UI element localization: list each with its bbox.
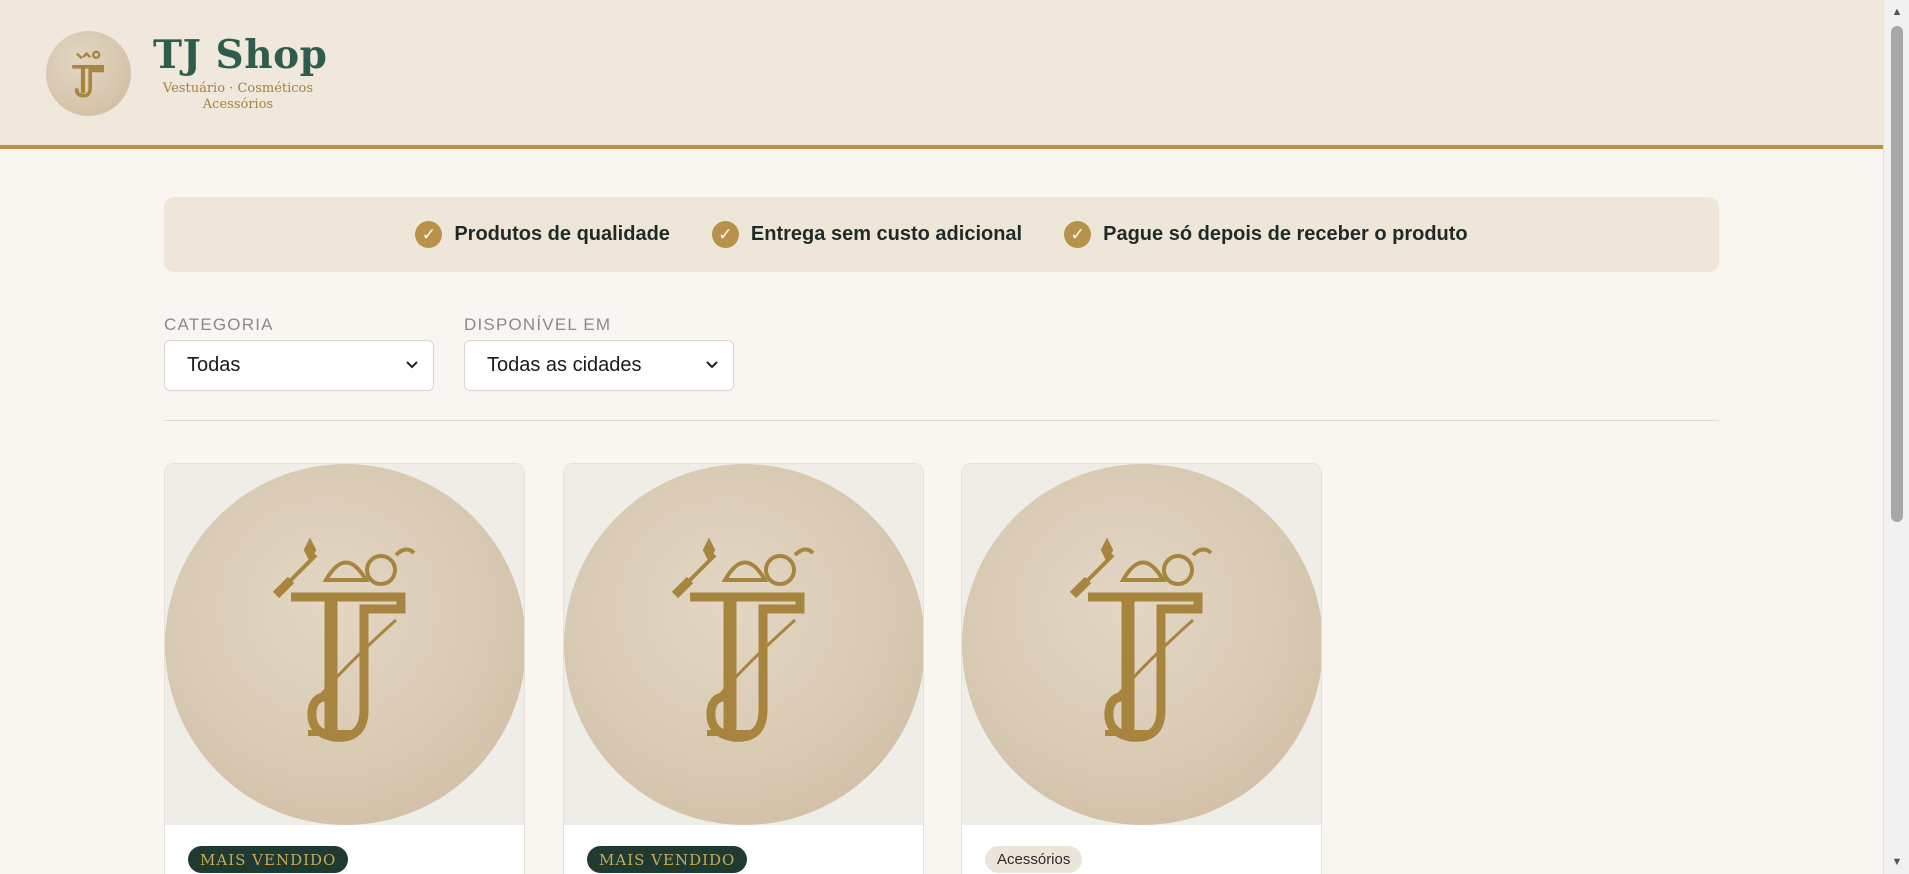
product-image[interactable] (165, 464, 524, 825)
logo[interactable] (46, 31, 131, 116)
product-image-circle (165, 464, 524, 825)
best-seller-badge: MAIS VENDIDO (587, 846, 748, 873)
category-selected-value: Todas (187, 354, 241, 376)
best-seller-badge: MAIS VENDIDO (188, 846, 349, 873)
scroll-up-arrow-icon[interactable]: ▲ (1884, 2, 1909, 22)
page-scrollbar[interactable]: ▲ ▼ (1883, 0, 1909, 874)
city-select[interactable]: Todas as cidades (464, 340, 734, 391)
category-select[interactable]: Todas (164, 340, 434, 391)
site-header: TJ Shop Vestuário · Cosméticos Acessório… (0, 0, 1883, 149)
brand-tagline: Vestuário · Cosméticos Acessórios (153, 81, 323, 113)
tj-monogram-icon (1069, 537, 1212, 742)
category-badge: Acessórios (985, 846, 1083, 873)
tj-monogram-icon (272, 537, 415, 742)
check-icon: ✓ (711, 221, 739, 248)
product-image-circle (962, 464, 1321, 825)
chevron-down-icon (706, 361, 718, 369)
tj-monogram-icon (71, 50, 104, 98)
tagline-line: Vestuário · Cosméticos Acessórios (162, 81, 314, 112)
benefit-item: ✓ Produtos de qualidade (415, 221, 670, 248)
check-icon: ✓ (1064, 221, 1092, 248)
tj-monogram-icon (671, 537, 814, 742)
city-filter-label: DISPONÍVEL EM (464, 315, 612, 334)
check-icon: ✓ (415, 221, 443, 248)
product-image[interactable] (962, 464, 1321, 825)
product-card[interactable]: Acessórios (961, 463, 1322, 874)
product-card[interactable]: MAIS VENDIDO (164, 463, 525, 874)
benefit-label: Entrega sem custo adicional (750, 223, 1023, 245)
benefits-bar: ✓ Produtos de qualidade ✓ Entrega sem cu… (164, 197, 1719, 272)
benefit-item: ✓ Entrega sem custo adicional (711, 221, 1023, 248)
product-image-circle (564, 464, 923, 825)
benefit-item: ✓ Pague só depois de receber o produto (1064, 221, 1468, 248)
scrollbar-thumb[interactable] (1891, 26, 1903, 522)
benefit-label: Produtos de qualidade (454, 223, 670, 245)
brand-name[interactable]: TJ Shop (153, 32, 327, 78)
city-selected-value: Todas as cidades (487, 354, 642, 376)
scroll-down-arrow-icon[interactable]: ▼ (1884, 852, 1909, 872)
benefit-label: Pague só depois de receber o produto (1103, 223, 1468, 245)
category-filter-label: CATEGORIA (164, 315, 274, 334)
filters-divider (164, 420, 1719, 421)
product-card[interactable]: MAIS VENDIDO (563, 463, 924, 874)
product-image[interactable] (564, 464, 923, 825)
chevron-down-icon (406, 361, 418, 369)
